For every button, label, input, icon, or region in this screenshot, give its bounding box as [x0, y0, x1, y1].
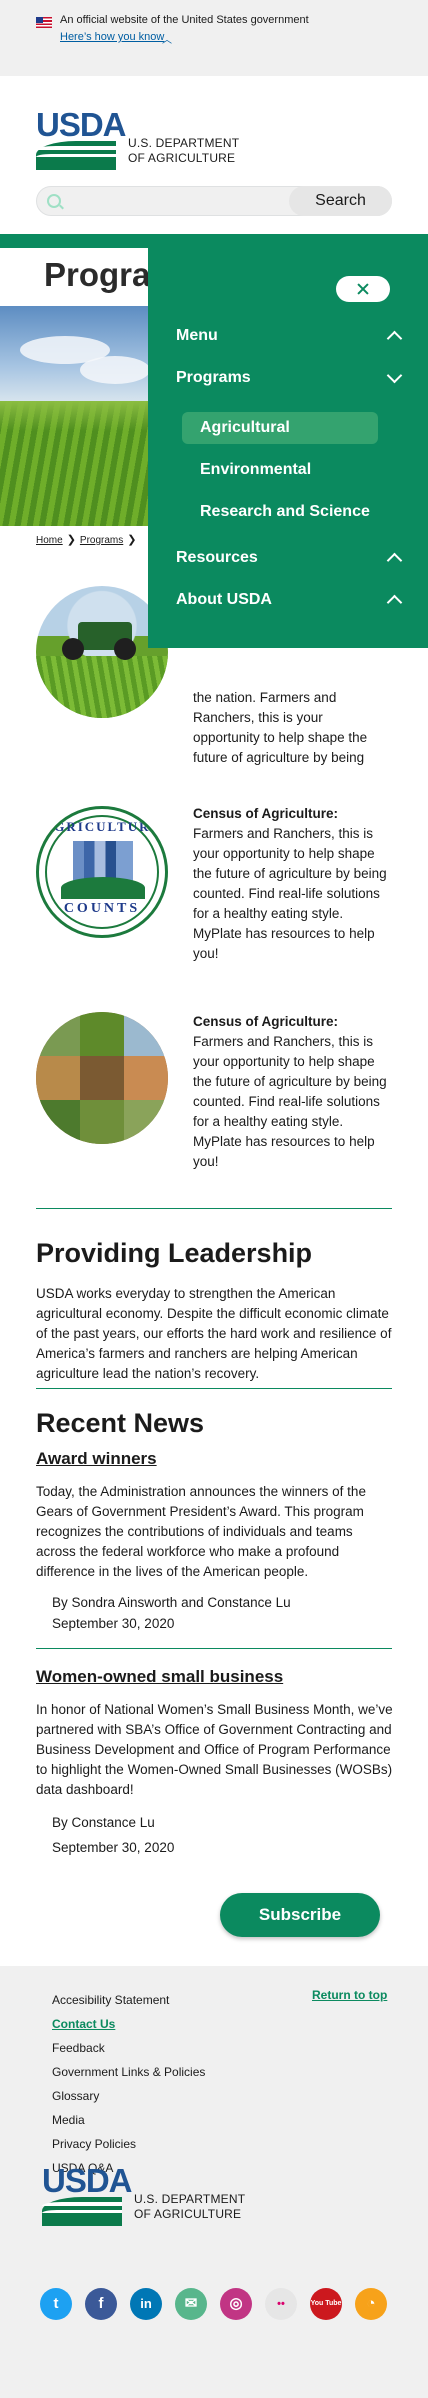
news-body: Today, the Administration announces the … — [36, 1484, 366, 1579]
feature-card-text: the nation. Farmers and Ranchers, this i… — [193, 688, 393, 768]
footer-link-contact[interactable]: Contact Us — [52, 2012, 205, 2036]
menu-item-about[interactable]: About USDA — [176, 588, 406, 612]
feature-card-title: Census of Agriculture: — [193, 806, 339, 821]
usda-swoosh-icon — [42, 2197, 122, 2226]
flickr-icon[interactable]: •• — [265, 2288, 297, 2320]
feature-card: AGRICULTURE COUNTS Census of Agriculture… — [36, 806, 392, 961]
menu-item-label: About USDA — [176, 591, 272, 608]
section-divider — [36, 1388, 392, 1389]
nav-menu-panel: Menu Programs Agricultural Environmental… — [148, 248, 428, 648]
chevron-up-icon — [382, 324, 406, 348]
chevron-up-icon — [382, 546, 406, 570]
logo-department-line2: OF AGRICULTURE — [134, 2207, 242, 2221]
submenu-item-agricultural[interactable]: Agricultural — [182, 412, 378, 444]
feature-card-body: Farmers and Ranchers, this is your oppor… — [193, 826, 387, 961]
news-body: In honor of National Women’s Small Busin… — [36, 1702, 393, 1797]
news-meta: By Sondra Ainsworth and Constance Lu Sep… — [52, 1592, 291, 1634]
instagram-icon[interactable]: ◎ — [220, 2288, 252, 2320]
search-bar: Search — [36, 186, 392, 216]
leadership-heading: Providing Leadership — [36, 1238, 313, 1268]
feature-card-text: Census of Agriculture: Farmers and Ranch… — [193, 1012, 393, 1172]
logo-text-top: AGRICULTURE — [42, 819, 162, 834]
news-author: By Constance Lu — [52, 1815, 155, 1830]
usda-logo[interactable]: USDA U.S. DEPARTMENT OF AGRICULTURE — [36, 108, 242, 174]
feature-card: Census of Agriculture: Farmers and Ranch… — [36, 1012, 392, 1169]
email-icon[interactable]: ✉ — [175, 2288, 207, 2320]
section-divider — [36, 1648, 392, 1649]
close-menu-button[interactable] — [336, 276, 390, 302]
site-header: USDA U.S. DEPARTMENT OF AGRICULTURE Sear… — [0, 76, 428, 234]
logo-department-line1: U.S. DEPARTMENT — [134, 2192, 246, 2206]
recent-news-heading: Recent News — [36, 1408, 205, 1438]
chevron-right-icon: ❯ — [127, 534, 137, 546]
news-date: September 30, 2020 — [52, 1616, 175, 1631]
gov-banner: An official website of the United States… — [0, 0, 428, 76]
news-title-link[interactable]: Award winners — [36, 1449, 157, 1469]
rss-icon[interactable]: ◔ — [355, 2288, 387, 2320]
logo-text-bottom: COUNTS — [63, 901, 141, 916]
twitter-icon[interactable]: t — [40, 2288, 72, 2320]
menu-item-label: Menu — [176, 327, 218, 344]
feature-card-body: the nation. Farmers and Ranchers, this i… — [193, 690, 368, 765]
search-input[interactable] — [67, 190, 317, 212]
logo-department-line2: OF AGRICULTURE — [128, 151, 236, 165]
footer-link-accessibility[interactable]: Accesibility Statement — [52, 1988, 205, 2012]
logo-department-line1: U.S. DEPARTMENT — [128, 136, 240, 150]
breadcrumb-home[interactable]: Home — [36, 535, 63, 546]
us-flag-icon — [36, 17, 52, 28]
section-divider — [36, 1208, 392, 1209]
footer-link-glossary[interactable]: Glossary — [52, 2084, 205, 2108]
gov-banner-text: An official website of the United States… — [60, 14, 309, 26]
menu-item-resources[interactable]: Resources — [176, 546, 406, 570]
usda-logo-mark: USDA — [36, 108, 127, 170]
agriculture-counts-logo: AGRICULTURE COUNTS — [36, 806, 168, 938]
feature-card-text: Census of Agriculture: Farmers and Ranch… — [193, 804, 393, 964]
chevron-up-icon[interactable]: ︿ — [162, 31, 172, 46]
footer-link-feedback[interactable]: Feedback — [52, 2036, 205, 2060]
footer-link-privacy[interactable]: Privacy Policies — [52, 2132, 205, 2156]
news-title-link[interactable]: Women-owned small business — [36, 1667, 283, 1687]
search-icon — [47, 194, 61, 208]
menu-item-label: Resources — [176, 549, 258, 566]
chevron-up-icon — [382, 588, 406, 612]
footer-usda-logo[interactable]: USDA U.S. DEPARTMENT OF AGRICULTURE — [42, 2164, 248, 2230]
subscribe-button[interactable]: Subscribe — [220, 1893, 380, 1937]
site-footer: Accesibility Statement Contact Us Feedba… — [0, 1966, 428, 2398]
usda-logo-mark: USDA — [42, 2164, 133, 2226]
breadcrumb: Home ❯ Programs ❯ — [36, 533, 140, 546]
feature-card-title: Census of Agriculture: — [193, 1014, 339, 1029]
chevron-right-icon: ❯ — [66, 534, 76, 546]
menu-item-menu[interactable]: Menu — [176, 324, 406, 348]
heres-how-you-know-link[interactable]: Here’s how you know — [60, 31, 164, 43]
menu-item-programs[interactable]: Programs — [176, 366, 406, 390]
hero-image — [0, 306, 160, 526]
submenu-item-research[interactable]: Research and Science — [182, 496, 378, 528]
usda-swoosh-icon — [36, 141, 116, 170]
usda-wordmark: USDA — [42, 2162, 133, 2199]
breadcrumb-programs[interactable]: Programs — [80, 535, 123, 546]
footer-links: Accesibility Statement Contact Us Feedba… — [52, 1988, 205, 2180]
return-to-top-link[interactable]: Return to top — [312, 1988, 387, 2002]
chevron-down-icon — [382, 366, 406, 390]
feature-card-body: Farmers and Ranchers, this is your oppor… — [193, 1034, 387, 1169]
search-button[interactable]: Search — [289, 186, 392, 216]
linkedin-icon[interactable]: in — [130, 2288, 162, 2320]
submenu-item-environmental[interactable]: Environmental — [182, 454, 378, 486]
usda-wordmark: USDA — [36, 106, 127, 143]
leadership-text: USDA works everyday to strengthen the Am… — [36, 1286, 392, 1381]
footer-link-media[interactable]: Media — [52, 2108, 205, 2132]
farm-collage-image — [36, 1012, 168, 1144]
footer-link-government-links[interactable]: Government Links & Policies — [52, 2060, 205, 2084]
facebook-icon[interactable]: f — [85, 2288, 117, 2320]
youtube-icon[interactable]: You Tube — [310, 2288, 342, 2320]
news-meta: By Constance Lu September 30, 2020 — [52, 1812, 174, 1858]
menu-item-label: Programs — [176, 369, 251, 386]
nav-band — [0, 234, 428, 248]
news-date: September 30, 2020 — [52, 1840, 175, 1855]
news-author: By Sondra Ainsworth and Constance Lu — [52, 1595, 291, 1610]
social-links: t f in ✉ ◎ •• You Tube ◔ — [40, 2288, 400, 2322]
